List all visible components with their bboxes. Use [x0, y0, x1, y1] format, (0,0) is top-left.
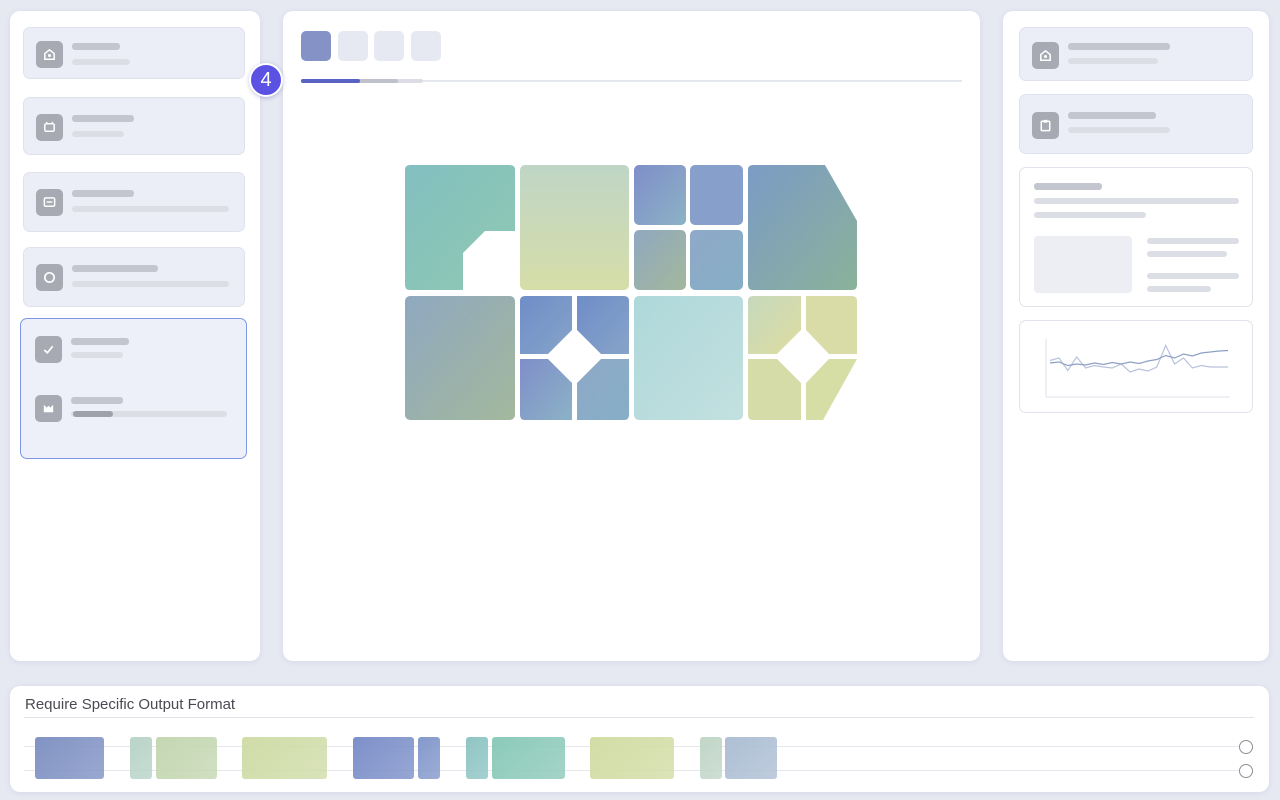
detail-thumbnail	[1034, 236, 1132, 293]
main-canvas-panel	[283, 11, 980, 661]
sidebar-card-2[interactable]	[23, 97, 245, 155]
tile-lime-bl	[748, 359, 801, 420]
timeline-clip[interactable]	[725, 737, 777, 779]
sidebar-card-4[interactable]	[23, 247, 245, 307]
step-number-badge: 4	[249, 63, 283, 97]
timeline-clip[interactable]	[242, 737, 327, 779]
home-icon	[36, 41, 63, 68]
timeline-clip[interactable]	[590, 737, 674, 779]
card-subtitle-placeholder	[72, 281, 229, 287]
detail-line-placeholder	[1147, 286, 1211, 292]
tile-diamond-bl	[520, 359, 572, 420]
puzzle-icon	[35, 395, 62, 422]
tile-diamond-tr	[577, 296, 629, 354]
detail-line-placeholder	[1147, 251, 1227, 257]
clipboard-icon	[1032, 112, 1059, 139]
timeline-clip[interactable]	[418, 737, 440, 779]
timeline-divider	[24, 717, 1254, 718]
tile-aqua	[634, 296, 743, 420]
sparkline-card	[1019, 320, 1253, 413]
sidebar-card-3[interactable]	[23, 172, 245, 232]
left-sidebar-panel	[10, 11, 260, 661]
card-title-placeholder	[1068, 112, 1156, 119]
timeline-clip[interactable]	[466, 737, 488, 779]
tile-sage	[520, 165, 629, 290]
timeline-clip[interactable]	[35, 737, 104, 779]
check-icon	[35, 336, 62, 363]
card-title-placeholder	[72, 43, 120, 50]
chat-icon	[36, 189, 63, 216]
tab-1[interactable]	[301, 31, 331, 61]
sparkline-series-1	[1049, 344, 1228, 373]
track-radio-2[interactable]	[1239, 764, 1253, 778]
timeline-panel: Require Specific Output Format	[10, 686, 1269, 792]
tile-lime-tr	[806, 296, 857, 354]
timeline-clip[interactable]	[353, 737, 414, 779]
tile-blue-a	[634, 165, 686, 225]
card-title-placeholder	[1068, 43, 1170, 50]
timeline-title: Require Specific Output Format	[25, 696, 236, 713]
tile-blue-b	[690, 165, 743, 225]
timeline-clip[interactable]	[156, 737, 217, 779]
right-sidebar-panel	[1003, 11, 1269, 661]
tile-diamond-br	[577, 359, 629, 420]
detail-title-placeholder	[1034, 183, 1102, 190]
tile-blue-c	[634, 230, 686, 290]
layout-icon	[36, 114, 63, 141]
card-title-placeholder	[72, 190, 134, 197]
tile-lime-br	[806, 359, 857, 420]
card-progress-fill	[73, 411, 113, 417]
detail-line-placeholder	[1034, 212, 1146, 218]
home-icon	[1032, 42, 1059, 69]
card-subtitle-placeholder	[1068, 127, 1170, 133]
tab-4[interactable]	[411, 31, 441, 61]
detail-line-placeholder	[1147, 238, 1239, 244]
tile-lime-tl	[748, 296, 801, 354]
detail-line-placeholder	[1147, 273, 1239, 279]
sidebar-card-1[interactable]	[23, 27, 245, 79]
tile-mosaic	[405, 165, 857, 420]
tile-blue-d	[690, 230, 743, 290]
track-radio-1[interactable]	[1239, 740, 1253, 754]
right-card-2[interactable]	[1019, 94, 1253, 154]
progress-fill	[301, 79, 360, 83]
card-subtitle-placeholder	[1068, 58, 1158, 64]
card-subtitle-placeholder	[72, 131, 124, 137]
tile-moss	[405, 296, 515, 420]
timeline-clip[interactable]	[700, 737, 722, 779]
tile-teal	[405, 165, 515, 290]
tab-2[interactable]	[338, 31, 368, 61]
card-title-placeholder	[71, 397, 123, 404]
detail-line-placeholder	[1034, 198, 1239, 204]
card-title-placeholder	[71, 338, 129, 345]
card-subtitle-placeholder	[71, 352, 123, 358]
card-title-placeholder	[72, 115, 134, 122]
card-subtitle-placeholder	[72, 59, 130, 65]
sparkline-chart	[1045, 339, 1230, 398]
tile-diamond-tl	[520, 296, 572, 354]
detail-card	[1019, 167, 1253, 307]
timeline-clip[interactable]	[130, 737, 152, 779]
timeline-clip[interactable]	[492, 737, 565, 779]
card-subtitle-placeholder	[72, 206, 229, 212]
circle-icon	[36, 264, 63, 291]
card-title-placeholder	[72, 265, 158, 272]
selected-card-group[interactable]	[20, 318, 247, 459]
right-card-1[interactable]	[1019, 27, 1253, 81]
tab-3[interactable]	[374, 31, 404, 61]
tile-slate-cut	[748, 165, 857, 290]
